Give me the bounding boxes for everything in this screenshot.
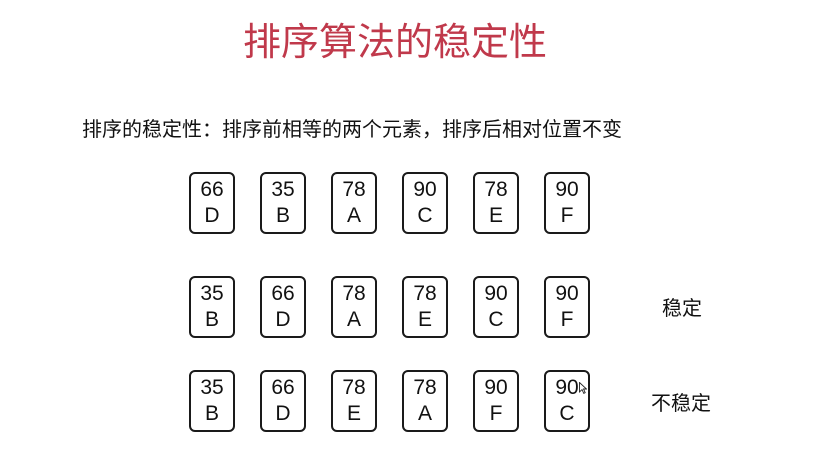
card: 78 A bbox=[402, 370, 448, 432]
card-letter: B bbox=[275, 204, 290, 227]
card-letter: A bbox=[417, 402, 432, 425]
slide-subtitle: 排序的稳定性：排序前相等的两个元素，排序后相对位置不变 bbox=[82, 117, 622, 141]
card-letter: D bbox=[204, 204, 220, 227]
card-number: 78 bbox=[342, 282, 366, 305]
card-letter: E bbox=[488, 204, 503, 227]
card: 66 D bbox=[189, 172, 235, 234]
card: 78 E bbox=[473, 172, 519, 234]
card: 90 C bbox=[402, 172, 448, 234]
card-number: 35 bbox=[200, 376, 224, 399]
card-letter: F bbox=[489, 402, 503, 425]
card-number: 35 bbox=[271, 178, 295, 201]
card: 78 E bbox=[402, 276, 448, 338]
card-letter: F bbox=[560, 308, 574, 331]
card-number: 90 bbox=[413, 178, 437, 201]
card-number: 90 bbox=[484, 376, 508, 399]
card-number: 78 bbox=[413, 282, 437, 305]
card-number: 66 bbox=[271, 282, 295, 305]
card: 90 F bbox=[544, 276, 590, 338]
card-letter: C bbox=[559, 402, 575, 425]
card-number: 78 bbox=[484, 178, 508, 201]
card-number: 90 bbox=[484, 282, 508, 305]
unstable-label: 不稳定 bbox=[651, 391, 711, 415]
card-letter: D bbox=[275, 308, 291, 331]
card: 78 A bbox=[331, 172, 377, 234]
card: 66 D bbox=[260, 370, 306, 432]
card-letter: A bbox=[346, 204, 361, 227]
card-letter: F bbox=[560, 204, 574, 227]
card-letter: C bbox=[417, 204, 433, 227]
card: 90 F bbox=[473, 370, 519, 432]
card-number: 78 bbox=[342, 178, 366, 201]
card: 66 D bbox=[260, 276, 306, 338]
slide-title: 排序算法的稳定性 bbox=[242, 20, 547, 64]
mouse-pointer-icon bbox=[579, 382, 587, 394]
card-number: 78 bbox=[413, 376, 437, 399]
card-number: 66 bbox=[200, 178, 224, 201]
card: 35 B bbox=[189, 276, 235, 338]
card: 35 B bbox=[260, 172, 306, 234]
card-letter: B bbox=[204, 308, 219, 331]
card-letter: D bbox=[275, 402, 291, 425]
card-number: 90 bbox=[555, 282, 579, 305]
card-letter: B bbox=[204, 402, 219, 425]
card: 78 A bbox=[331, 276, 377, 338]
card: 90 C bbox=[473, 276, 519, 338]
card: 78 E bbox=[331, 370, 377, 432]
card-letter: E bbox=[417, 308, 432, 331]
card: 35 B bbox=[189, 370, 235, 432]
card-number: 78 bbox=[342, 376, 366, 399]
stable-label: 稳定 bbox=[662, 296, 702, 320]
card-number: 66 bbox=[271, 376, 295, 399]
card: 90 C bbox=[544, 370, 590, 432]
card: 90 F bbox=[544, 172, 590, 234]
card-letter: C bbox=[488, 308, 504, 331]
card-letter: A bbox=[346, 308, 361, 331]
card-letter: E bbox=[346, 402, 361, 425]
card-number: 90 bbox=[555, 178, 579, 201]
card-number: 35 bbox=[200, 282, 224, 305]
